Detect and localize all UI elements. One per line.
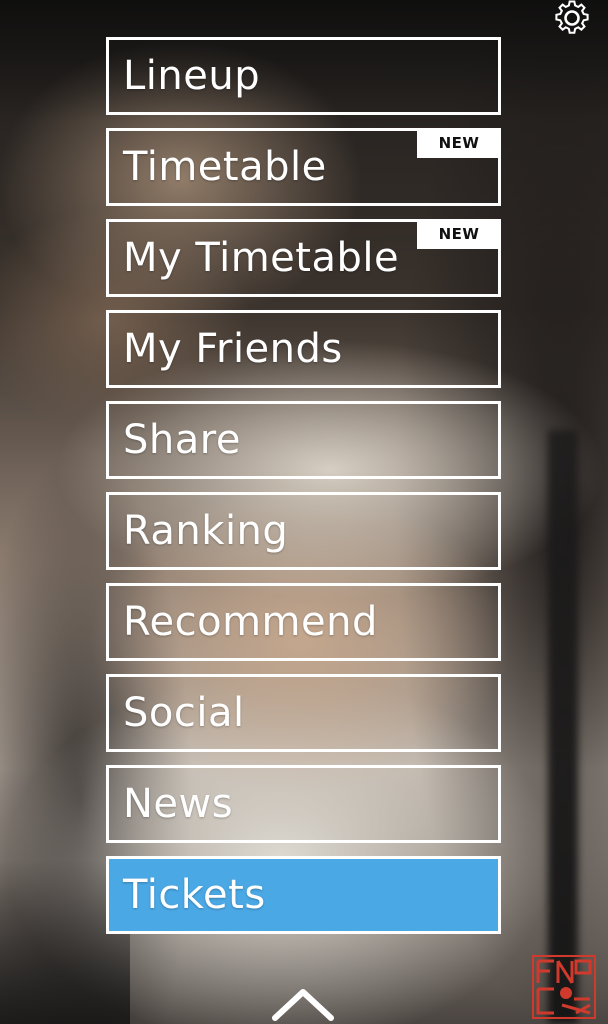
menu-item-label: Ranking	[123, 508, 289, 554]
menu-item-my-timetable[interactable]: My Timetable NEW	[106, 219, 501, 297]
menu-item-label: Recommend	[123, 599, 378, 645]
app-logo	[532, 955, 596, 1019]
menu-item-label: My Timetable	[123, 235, 400, 281]
menu-item-label: Social	[123, 690, 245, 736]
new-badge: NEW	[417, 128, 501, 158]
menu-item-tickets[interactable]: Tickets	[106, 856, 501, 934]
menu-item-ranking[interactable]: Ranking	[106, 492, 501, 570]
menu-item-label: Timetable	[123, 144, 327, 190]
menu-item-my-friends[interactable]: My Friends	[106, 310, 501, 388]
menu-item-timetable[interactable]: Timetable NEW	[106, 128, 501, 206]
menu-item-label: My Friends	[123, 326, 343, 372]
menu-item-label: Tickets	[123, 872, 266, 918]
menu-item-lineup[interactable]: Lineup	[106, 37, 501, 115]
menu-item-label: Share	[123, 417, 241, 463]
menu-item-news[interactable]: News	[106, 765, 501, 843]
main-menu: Lineup Timetable NEW My Timetable NEW My…	[106, 37, 501, 947]
menu-item-label: News	[123, 781, 234, 827]
menu-item-share[interactable]: Share	[106, 401, 501, 479]
new-badge: NEW	[417, 219, 501, 249]
menu-item-social[interactable]: Social	[106, 674, 501, 752]
menu-item-recommend[interactable]: Recommend	[106, 583, 501, 661]
menu-item-label: Lineup	[123, 53, 261, 99]
gear-icon[interactable]	[551, 0, 593, 40]
chevron-up-icon[interactable]	[270, 982, 336, 1022]
